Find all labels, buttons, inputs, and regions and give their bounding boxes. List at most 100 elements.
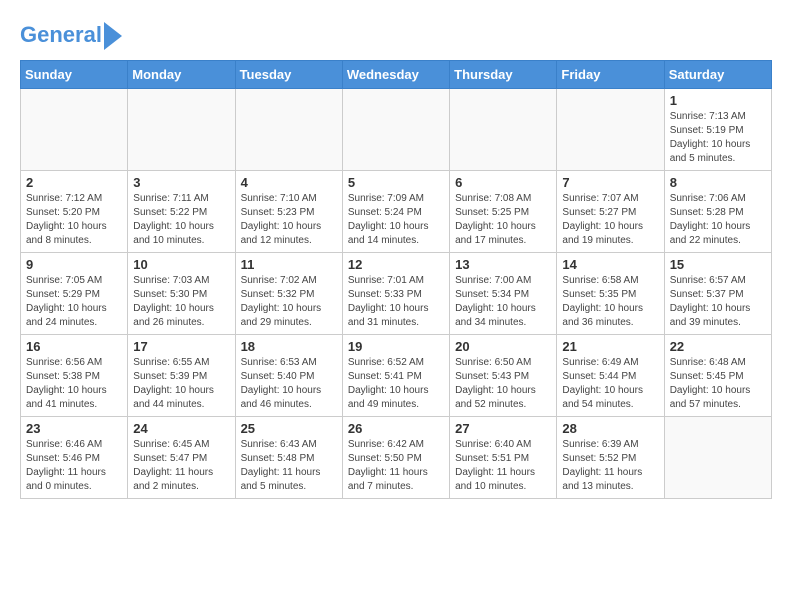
calendar-cell: 3 Sunrise: 7:11 AM Sunset: 5:22 PM Daylig… bbox=[128, 171, 235, 253]
calendar-cell: 9 Sunrise: 7:05 AM Sunset: 5:29 PM Daylig… bbox=[21, 253, 128, 335]
calendar-cell bbox=[128, 89, 235, 171]
day-number: 22 bbox=[670, 339, 766, 354]
weekday-header-wednesday: Wednesday bbox=[342, 61, 449, 89]
calendar-cell: 10 Sunrise: 7:03 AM Sunset: 5:30 PM Dayli… bbox=[128, 253, 235, 335]
day-number: 23 bbox=[26, 421, 122, 436]
calendar-cell: 15 Sunrise: 6:57 AM Sunset: 5:37 PM Dayli… bbox=[664, 253, 771, 335]
calendar-cell: 6 Sunrise: 7:08 AM Sunset: 5:25 PM Daylig… bbox=[450, 171, 557, 253]
calendar-cell: 13Sunrise: 7:00 AM Sunset: 5:34 PM Dayli… bbox=[450, 253, 557, 335]
calendar-cell bbox=[342, 89, 449, 171]
day-number: 7 bbox=[562, 175, 658, 190]
weekday-header-thursday: Thursday bbox=[450, 61, 557, 89]
day-info: Sunrise: 6:48 AM Sunset: 5:45 PM Dayligh… bbox=[670, 356, 766, 412]
weekday-header-monday: Monday bbox=[128, 61, 235, 89]
calendar-week-4: 23 Sunrise: 6:46 AM Sunset: 5:46 PM Dayli… bbox=[21, 417, 772, 499]
calendar-cell: 8 Sunrise: 7:06 AM Sunset: 5:28 PM Daylig… bbox=[664, 171, 771, 253]
day-info: Sunrise: 6:42 AM Sunset: 5:50 PM Dayligh… bbox=[348, 438, 444, 494]
calendar-cell: 16 Sunrise: 6:56 AM Sunset: 5:38 PM Dayli… bbox=[21, 335, 128, 417]
day-number: 14 bbox=[562, 257, 658, 272]
calendar-cell: 25Sunrise: 6:43 AM Sunset: 5:48 PM Dayli… bbox=[235, 417, 342, 499]
logo-arrow-icon bbox=[104, 22, 122, 50]
weekday-header-friday: Friday bbox=[557, 61, 664, 89]
day-info: Sunrise: 6:52 AM Sunset: 5:41 PM Dayligh… bbox=[348, 356, 444, 412]
day-info: Sunrise: 6:45 AM Sunset: 5:47 PM Dayligh… bbox=[133, 438, 229, 494]
calendar-cell: 23 Sunrise: 6:46 AM Sunset: 5:46 PM Dayli… bbox=[21, 417, 128, 499]
day-number: 6 bbox=[455, 175, 551, 190]
calendar-cell: 21 Sunrise: 6:49 AM Sunset: 5:44 PM Dayli… bbox=[557, 335, 664, 417]
calendar-cell: 24 Sunrise: 6:45 AM Sunset: 5:47 PM Dayli… bbox=[128, 417, 235, 499]
day-info: Sunrise: 7:11 AM Sunset: 5:22 PM Dayligh… bbox=[133, 192, 229, 248]
calendar-cell: 28Sunrise: 6:39 AM Sunset: 5:52 PM Dayli… bbox=[557, 417, 664, 499]
day-info: Sunrise: 6:58 AM Sunset: 5:35 PM Dayligh… bbox=[562, 274, 658, 330]
day-number: 2 bbox=[26, 175, 122, 190]
calendar-cell bbox=[557, 89, 664, 171]
calendar-cell: 18Sunrise: 6:53 AM Sunset: 5:40 PM Dayli… bbox=[235, 335, 342, 417]
day-info: Sunrise: 6:50 AM Sunset: 5:43 PM Dayligh… bbox=[455, 356, 551, 412]
calendar-week-0: 1Sunrise: 7:13 AM Sunset: 5:19 PM Daylig… bbox=[21, 89, 772, 171]
calendar-cell: 19Sunrise: 6:52 AM Sunset: 5:41 PM Dayli… bbox=[342, 335, 449, 417]
day-info: Sunrise: 6:43 AM Sunset: 5:48 PM Dayligh… bbox=[241, 438, 337, 494]
day-info: Sunrise: 6:55 AM Sunset: 5:39 PM Dayligh… bbox=[133, 356, 229, 412]
day-number: 16 bbox=[26, 339, 122, 354]
day-number: 5 bbox=[348, 175, 444, 190]
weekday-header-saturday: Saturday bbox=[664, 61, 771, 89]
calendar-cell: 14 Sunrise: 6:58 AM Sunset: 5:35 PM Dayli… bbox=[557, 253, 664, 335]
day-info: Sunrise: 6:46 AM Sunset: 5:46 PM Dayligh… bbox=[26, 438, 122, 494]
calendar-cell bbox=[664, 417, 771, 499]
day-number: 18 bbox=[241, 339, 337, 354]
day-number: 17 bbox=[133, 339, 229, 354]
calendar-table: SundayMondayTuesdayWednesdayThursdayFrid… bbox=[20, 60, 772, 499]
day-info: Sunrise: 7:10 AM Sunset: 5:23 PM Dayligh… bbox=[241, 192, 337, 248]
calendar-cell: 11 Sunrise: 7:02 AM Sunset: 5:32 PM Dayli… bbox=[235, 253, 342, 335]
day-number: 21 bbox=[562, 339, 658, 354]
weekday-header-tuesday: Tuesday bbox=[235, 61, 342, 89]
day-info: Sunrise: 7:07 AM Sunset: 5:27 PM Dayligh… bbox=[562, 192, 658, 248]
day-number: 1 bbox=[670, 93, 766, 108]
calendar-cell: 27 Sunrise: 6:40 AM Sunset: 5:51 PM Dayli… bbox=[450, 417, 557, 499]
day-info: Sunrise: 7:05 AM Sunset: 5:29 PM Dayligh… bbox=[26, 274, 122, 330]
day-number: 3 bbox=[133, 175, 229, 190]
calendar-cell: 12 Sunrise: 7:01 AM Sunset: 5:33 PM Dayli… bbox=[342, 253, 449, 335]
calendar-cell bbox=[450, 89, 557, 171]
day-info: Sunrise: 6:57 AM Sunset: 5:37 PM Dayligh… bbox=[670, 274, 766, 330]
day-info: Sunrise: 6:56 AM Sunset: 5:38 PM Dayligh… bbox=[26, 356, 122, 412]
day-number: 10 bbox=[133, 257, 229, 272]
calendar-cell: 20 Sunrise: 6:50 AM Sunset: 5:43 PM Dayli… bbox=[450, 335, 557, 417]
day-info: Sunrise: 7:09 AM Sunset: 5:24 PM Dayligh… bbox=[348, 192, 444, 248]
calendar-cell bbox=[235, 89, 342, 171]
day-info: Sunrise: 7:01 AM Sunset: 5:33 PM Dayligh… bbox=[348, 274, 444, 330]
day-info: Sunrise: 6:40 AM Sunset: 5:51 PM Dayligh… bbox=[455, 438, 551, 494]
calendar-week-1: 2 Sunrise: 7:12 AM Sunset: 5:20 PM Daylig… bbox=[21, 171, 772, 253]
logo-text-line1: General bbox=[20, 23, 102, 47]
day-info: Sunrise: 7:06 AM Sunset: 5:28 PM Dayligh… bbox=[670, 192, 766, 248]
calendar-cell: 4 Sunrise: 7:10 AM Sunset: 5:23 PM Daylig… bbox=[235, 171, 342, 253]
day-number: 20 bbox=[455, 339, 551, 354]
calendar-body: 1Sunrise: 7:13 AM Sunset: 5:19 PM Daylig… bbox=[21, 89, 772, 499]
logo: General bbox=[20, 20, 122, 50]
day-number: 26 bbox=[348, 421, 444, 436]
day-number: 24 bbox=[133, 421, 229, 436]
day-number: 13 bbox=[455, 257, 551, 272]
day-info: Sunrise: 6:49 AM Sunset: 5:44 PM Dayligh… bbox=[562, 356, 658, 412]
calendar-week-3: 16 Sunrise: 6:56 AM Sunset: 5:38 PM Dayli… bbox=[21, 335, 772, 417]
day-info: Sunrise: 7:03 AM Sunset: 5:30 PM Dayligh… bbox=[133, 274, 229, 330]
day-number: 15 bbox=[670, 257, 766, 272]
calendar-cell: 22 Sunrise: 6:48 AM Sunset: 5:45 PM Dayli… bbox=[664, 335, 771, 417]
calendar-cell: 7 Sunrise: 7:07 AM Sunset: 5:27 PM Daylig… bbox=[557, 171, 664, 253]
day-info: Sunrise: 7:12 AM Sunset: 5:20 PM Dayligh… bbox=[26, 192, 122, 248]
calendar-cell: 17 Sunrise: 6:55 AM Sunset: 5:39 PM Dayli… bbox=[128, 335, 235, 417]
weekday-header-row: SundayMondayTuesdayWednesdayThursdayFrid… bbox=[21, 61, 772, 89]
day-number: 12 bbox=[348, 257, 444, 272]
day-number: 11 bbox=[241, 257, 337, 272]
day-number: 27 bbox=[455, 421, 551, 436]
weekday-header-sunday: Sunday bbox=[21, 61, 128, 89]
day-info: Sunrise: 7:08 AM Sunset: 5:25 PM Dayligh… bbox=[455, 192, 551, 248]
page-header: General bbox=[20, 20, 772, 50]
day-number: 9 bbox=[26, 257, 122, 272]
calendar-cell: 2 Sunrise: 7:12 AM Sunset: 5:20 PM Daylig… bbox=[21, 171, 128, 253]
day-number: 28 bbox=[562, 421, 658, 436]
day-number: 8 bbox=[670, 175, 766, 190]
calendar-cell bbox=[21, 89, 128, 171]
day-info: Sunrise: 7:02 AM Sunset: 5:32 PM Dayligh… bbox=[241, 274, 337, 330]
day-number: 4 bbox=[241, 175, 337, 190]
